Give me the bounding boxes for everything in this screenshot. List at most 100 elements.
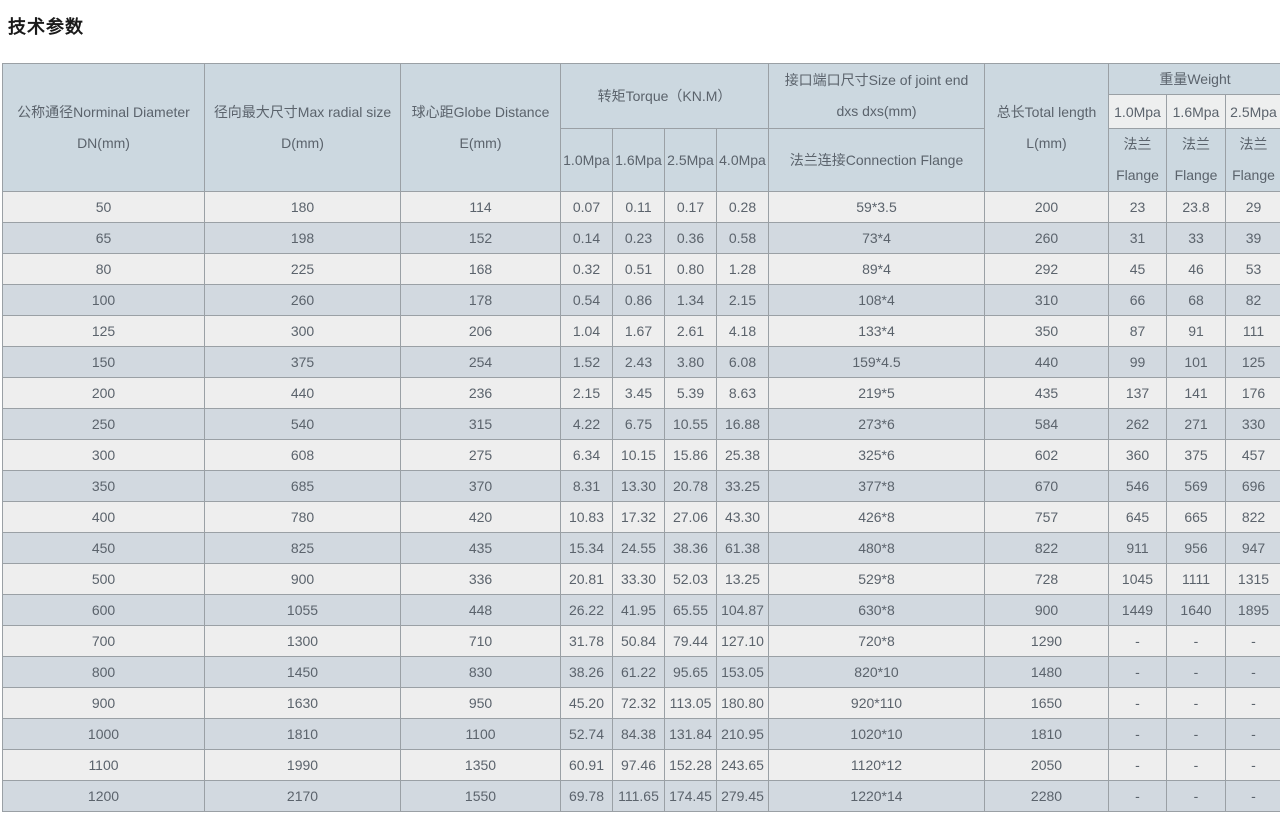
table-cell: 1100: [401, 719, 561, 750]
table-cell: 900: [985, 595, 1109, 626]
table-cell: 13.25: [717, 564, 769, 595]
table-cell: 300: [205, 316, 401, 347]
table-cell: 279.45: [717, 781, 769, 812]
table-cell: 900: [205, 564, 401, 595]
table-cell: 2050: [985, 750, 1109, 781]
table-cell: 2170: [205, 781, 401, 812]
table-cell: 10.15: [613, 440, 665, 471]
table-cell: 370: [401, 471, 561, 502]
table-cell: 6.75: [613, 409, 665, 440]
table-cell: 31: [1109, 223, 1167, 254]
table-cell: 31.78: [561, 626, 613, 657]
table-cell: 569: [1167, 471, 1226, 502]
table-cell: 61.38: [717, 533, 769, 564]
table-cell: 210.95: [717, 719, 769, 750]
table-cell: 546: [1109, 471, 1167, 502]
table-cell: 1630: [205, 688, 401, 719]
table-cell: 350: [985, 316, 1109, 347]
table-row: 40078042010.8317.3227.0643.30426*8757645…: [3, 502, 1280, 533]
table-cell: 0.54: [561, 285, 613, 316]
table-cell: -: [1109, 781, 1167, 812]
table-cell: -: [1167, 719, 1226, 750]
table-cell: 435: [401, 533, 561, 564]
table-cell: 645: [1109, 502, 1167, 533]
table-cell: 920*110: [769, 688, 985, 719]
table-cell: 500: [3, 564, 205, 595]
table-cell: 911: [1109, 533, 1167, 564]
table-cell: 73*4: [769, 223, 985, 254]
table-cell: 0.86: [613, 285, 665, 316]
header-line: 法兰: [1109, 129, 1166, 160]
table-cell: 39: [1226, 223, 1280, 254]
table-cell: 1111: [1167, 564, 1226, 595]
table-cell: -: [1109, 750, 1167, 781]
table-cell: 720*8: [769, 626, 985, 657]
table-cell: 168: [401, 254, 561, 285]
table-cell: 608: [205, 440, 401, 471]
technical-parameters-table: 公称通径Norminal Diameter DN(mm) 径向最大尺寸Max r…: [2, 63, 1280, 812]
table-cell: 1200: [3, 781, 205, 812]
table-cell: 125: [1226, 347, 1280, 378]
table-cell: 254: [401, 347, 561, 378]
table-cell: 2.15: [561, 378, 613, 409]
table-cell: 91: [1167, 316, 1226, 347]
table-cell: 61.22: [613, 657, 665, 688]
table-cell: 152: [401, 223, 561, 254]
table-cell: 1020*10: [769, 719, 985, 750]
table-cell: 1990: [205, 750, 401, 781]
table-cell: 59*3.5: [769, 192, 985, 223]
table-cell: 825: [205, 533, 401, 564]
table-cell: 822: [1226, 502, 1280, 533]
table-cell: 315: [401, 409, 561, 440]
table-cell: 80: [3, 254, 205, 285]
table-cell: 448: [401, 595, 561, 626]
table-cell: 79.44: [665, 626, 717, 657]
table-cell: 956: [1167, 533, 1226, 564]
table-cell: 0.11: [613, 192, 665, 223]
table-cell: 2.43: [613, 347, 665, 378]
table-cell: 206: [401, 316, 561, 347]
table-cell: 947: [1226, 533, 1280, 564]
table-cell: 1450: [205, 657, 401, 688]
table-cell: 0.23: [613, 223, 665, 254]
table-cell: 696: [1226, 471, 1280, 502]
table-cell: 1315: [1226, 564, 1280, 595]
table-cell: 159*4.5: [769, 347, 985, 378]
table-cell: 33.30: [613, 564, 665, 595]
table-cell: 1000: [3, 719, 205, 750]
table-cell: 1.28: [717, 254, 769, 285]
table-cell: 104.87: [717, 595, 769, 626]
table-cell: 65.55: [665, 595, 717, 626]
table-cell: -: [1226, 688, 1280, 719]
table-cell: 0.14: [561, 223, 613, 254]
header-line: dxs dxs(mm): [769, 96, 984, 127]
col-header-weight-1.6mpa: 1.6Mpa: [1167, 95, 1226, 129]
table-cell: 2.15: [717, 285, 769, 316]
table-cell: 0.58: [717, 223, 769, 254]
table-cell: 665: [1167, 502, 1226, 533]
col-header-torque-1.0mpa: 1.0Mpa: [561, 129, 613, 192]
table-cell: 780: [205, 502, 401, 533]
table-cell: 800: [3, 657, 205, 688]
table-cell: 0.07: [561, 192, 613, 223]
col-header-weight-2.5mpa: 2.5Mpa: [1226, 95, 1280, 129]
table-body: 501801140.070.110.170.2859*3.52002323.82…: [3, 192, 1280, 812]
table-cell: 602: [985, 440, 1109, 471]
table-cell: -: [1167, 657, 1226, 688]
table-cell: 72.32: [613, 688, 665, 719]
table-cell: -: [1109, 626, 1167, 657]
table-cell: 440: [205, 378, 401, 409]
table-row: 501801140.070.110.170.2859*3.52002323.82…: [3, 192, 1280, 223]
table-cell: 68: [1167, 285, 1226, 316]
table-cell: 60.91: [561, 750, 613, 781]
table-cell: 5.39: [665, 378, 717, 409]
table-cell: 101: [1167, 347, 1226, 378]
col-header-total-length: 总长Total length L(mm): [985, 64, 1109, 192]
table-cell: 152.28: [665, 750, 717, 781]
table-cell: 700: [3, 626, 205, 657]
col-header-flange-1.6mpa: 法兰 Flange: [1167, 129, 1226, 192]
table-cell: 540: [205, 409, 401, 440]
table-cell: 178: [401, 285, 561, 316]
table-row: 1503752541.522.433.806.08159*4.544099101…: [3, 347, 1280, 378]
header-line: 球心距Globe Distance: [401, 97, 560, 128]
